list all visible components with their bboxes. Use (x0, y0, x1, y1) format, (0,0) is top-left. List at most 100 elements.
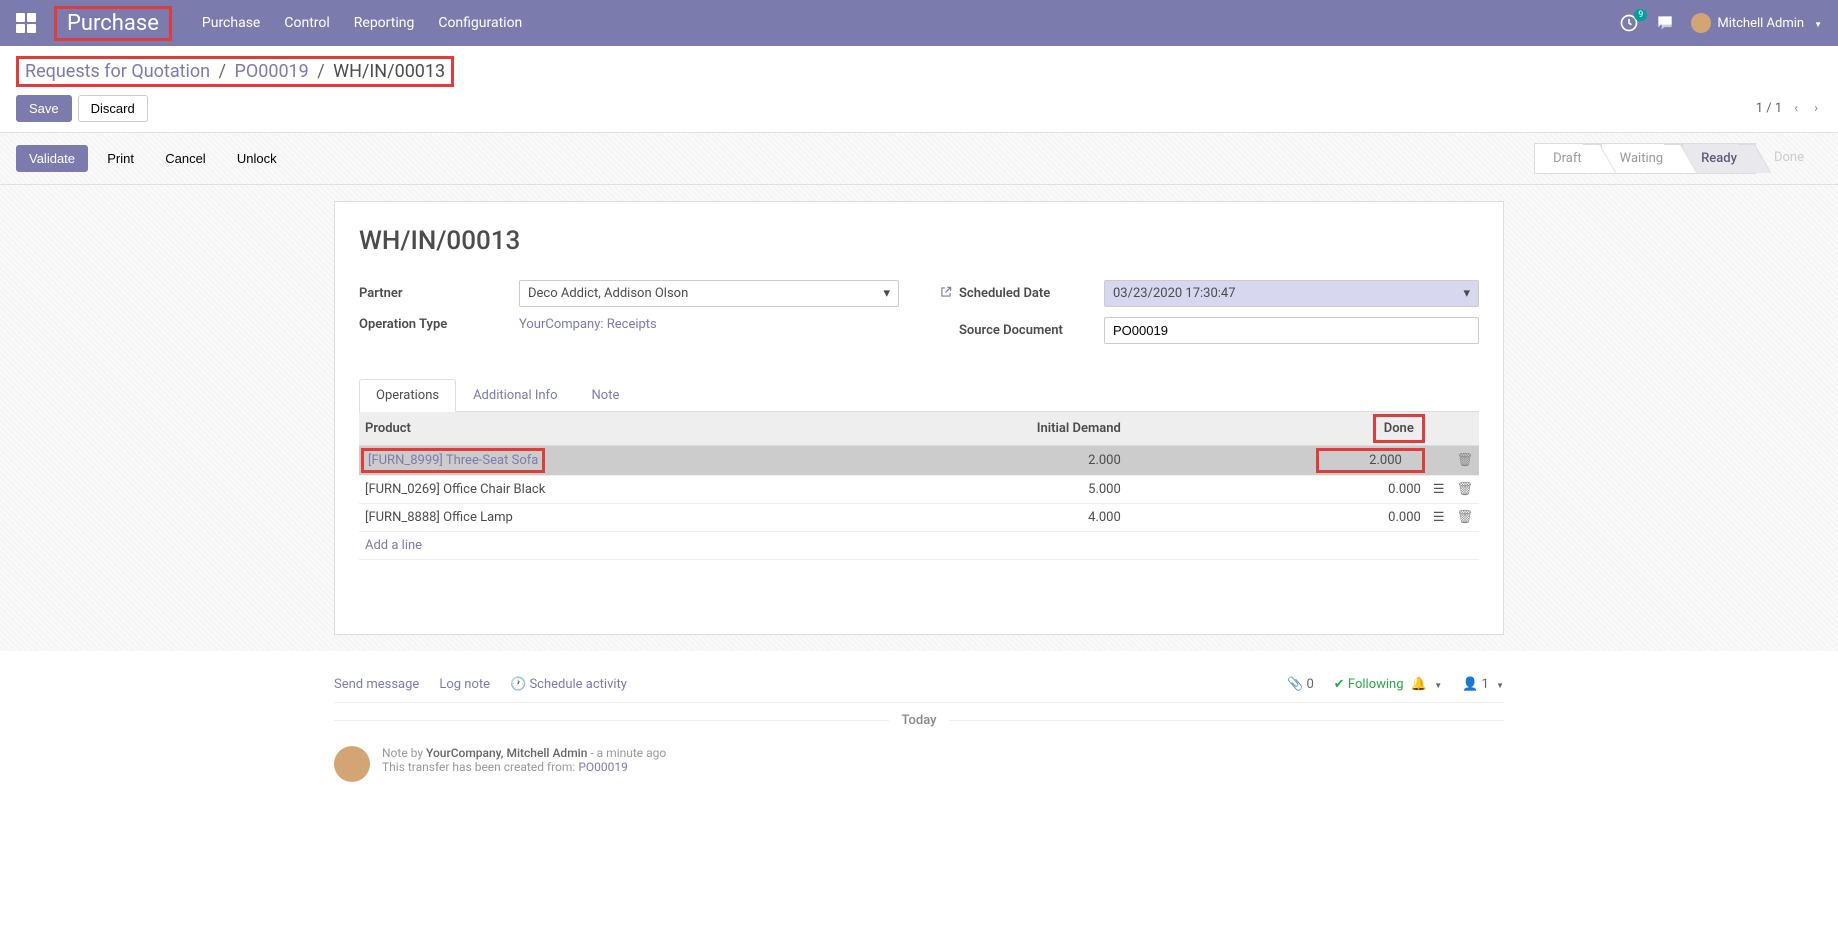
col-product[interactable]: Product (359, 412, 871, 446)
external-link-icon[interactable] (939, 285, 953, 303)
apps-icon[interactable] (16, 13, 36, 33)
send-message-link[interactable]: Send message (334, 677, 419, 692)
product-cell[interactable]: [FURN_0269] Office Chair Black (359, 476, 871, 504)
print-button[interactable]: Print (95, 146, 146, 171)
done-cell[interactable]: 0.000 (1127, 476, 1427, 504)
schedule-activity-link[interactable]: 🕐 Schedule activity (510, 677, 627, 692)
bell-icon: 🔔 (1411, 677, 1427, 692)
status-actions: Validate Print Cancel Unlock (16, 145, 293, 172)
add-line-link[interactable]: Add a line (359, 532, 1479, 560)
col-initial-demand[interactable]: Initial Demand (871, 412, 1127, 446)
scheduled-date-input[interactable]: 03/23/2020 17:30:47 ▾ (1104, 280, 1479, 307)
partner-label: Partner (359, 286, 519, 301)
demand-cell: 2.000 (871, 446, 1127, 476)
main-area: WH/IN/00013 Partner Deco Addict, Addison… (0, 185, 1838, 651)
operation-type-value[interactable]: YourCompany: Receipts (519, 317, 657, 332)
source-doc-input[interactable] (1104, 317, 1479, 344)
list-icon[interactable]: ☰ (1427, 476, 1451, 504)
nav-link-control[interactable]: Control (284, 15, 329, 31)
col-done-wrap: Done (1127, 412, 1427, 446)
note-author: YourCompany, Mitchell Admin (426, 746, 587, 760)
source-doc-row: Source Document (939, 317, 1479, 344)
notif-badge: 9 (1634, 9, 1647, 21)
top-nav: Purchase Purchase Control Reporting Conf… (0, 0, 1838, 46)
nav-link-reporting[interactable]: Reporting (354, 15, 415, 31)
chatter-right: 📎 0 ✔ Following 🔔 👤 1 (1287, 677, 1504, 692)
status-steps: Draft Waiting Ready Done (1534, 143, 1822, 174)
brand-highlight-box: Purchase (54, 6, 172, 41)
note-link[interactable]: PO00019 (578, 760, 628, 774)
pager: 1 / 1 ‹ › (1756, 97, 1822, 120)
chevron-down-icon: ▾ (1463, 286, 1470, 301)
user-menu[interactable]: Mitchell Admin (1691, 13, 1822, 33)
attachments-count[interactable]: 📎 0 (1287, 677, 1314, 692)
discard-button[interactable]: Discard (78, 95, 148, 122)
form-col-right: Scheduled Date 03/23/2020 17:30:47 ▾ Sou… (939, 280, 1479, 354)
breadcrumb-current: WH/IN/00013 (333, 61, 445, 82)
delete-row-icon[interactable]: 🗑 (1450, 446, 1479, 476)
operation-type-label: Operation Type (359, 317, 519, 332)
product-cell-wrap: [FURN_8999] Three-Seat Sofa (359, 446, 871, 476)
page-title: WH/IN/00013 (359, 226, 1479, 256)
status-bar: Validate Print Cancel Unlock Draft Waiti… (0, 133, 1838, 185)
validate-button[interactable]: Validate (16, 145, 88, 172)
brand-title[interactable]: Purchase (67, 11, 159, 36)
nav-link-configuration[interactable]: Configuration (438, 15, 522, 31)
table-row[interactable]: [FURN_0269] Office Chair Black 5.000 0.0… (359, 476, 1479, 504)
partner-value: Deco Addict, Addison Olson (528, 286, 688, 301)
note-text: This transfer has been created from: (382, 760, 575, 774)
scheduled-date-label: Scheduled Date (959, 286, 1104, 301)
breadcrumb-po[interactable]: PO00019 (234, 61, 308, 82)
tab-note[interactable]: Note (575, 379, 637, 412)
operation-type-row: Operation Type YourCompany: Receipts (359, 317, 899, 332)
nav-right: 9 Mitchell Admin (1619, 13, 1822, 33)
chat-icon[interactable] (1655, 13, 1675, 33)
scheduled-date-value: 03/23/2020 17:30:47 (1113, 286, 1236, 301)
source-doc-label: Source Document (959, 323, 1104, 338)
partner-select[interactable]: Deco Addict, Addison Olson ▾ (519, 280, 899, 307)
chatter-actions: Send message Log note 🕐 Schedule activit… (334, 677, 627, 692)
log-note-link[interactable]: Log note (439, 677, 490, 692)
table-row[interactable]: [FURN_8888] Office Lamp 4.000 0.000 ☰ 🗑 (359, 504, 1479, 532)
tabs: Operations Additional Info Note (359, 378, 1479, 412)
pager-prev-icon[interactable]: ‹ (1790, 97, 1802, 120)
user-name: Mitchell Admin (1717, 16, 1804, 31)
operations-table: Product Initial Demand Done [FURN_8999] … (359, 412, 1479, 610)
following-button[interactable]: ✔ Following 🔔 (1334, 677, 1442, 692)
product-cell[interactable]: [FURN_8888] Office Lamp (359, 504, 871, 532)
done-cell[interactable]: 0.000 (1127, 504, 1427, 532)
control-row: Save Discard 1 / 1 ‹ › (16, 95, 1822, 122)
nav-links: Purchase Control Reporting Configuration (202, 15, 522, 31)
partner-row: Partner Deco Addict, Addison Olson ▾ (359, 280, 899, 307)
breadcrumb-sep: / (317, 61, 324, 82)
message-body: Note by YourCompany, Mitchell Admin - a … (382, 746, 666, 782)
note-time: - a minute ago (590, 746, 666, 760)
followers-count[interactable]: 👤 1 (1462, 677, 1504, 692)
control-bar: Requests for Quotation / PO00019 / WH/IN… (0, 46, 1838, 133)
tab-operations[interactable]: Operations (359, 379, 456, 412)
breadcrumb-highlight-box: Requests for Quotation / PO00019 / WH/IN… (16, 56, 454, 87)
table-row[interactable]: [FURN_8999] Three-Seat Sofa 2.000 2.000 … (359, 446, 1479, 476)
nav-link-purchase[interactable]: Purchase (202, 15, 260, 31)
demand-cell: 5.000 (871, 476, 1127, 504)
chevron-down-icon (1430, 677, 1442, 692)
save-button[interactable]: Save (16, 95, 72, 122)
list-icon[interactable]: ☰ (1427, 504, 1451, 532)
step-draft[interactable]: Draft (1534, 143, 1601, 174)
col-list (1427, 412, 1451, 446)
product-cell[interactable]: [FURN_8999] Three-Seat Sofa (361, 448, 545, 473)
pager-next-icon[interactable]: › (1810, 97, 1822, 120)
unlock-button[interactable]: Unlock (225, 146, 289, 171)
delete-row-icon[interactable]: 🗑 (1450, 504, 1479, 532)
breadcrumb-rfq[interactable]: Requests for Quotation (25, 61, 210, 82)
paperclip-icon: 📎 (1287, 677, 1303, 692)
delete-row-icon[interactable]: 🗑 (1450, 476, 1479, 504)
demand-cell: 4.000 (871, 504, 1127, 532)
tab-additional-info[interactable]: Additional Info (456, 379, 574, 412)
col-done[interactable]: Done (1373, 414, 1425, 443)
clock-icon[interactable]: 9 (1619, 13, 1639, 33)
person-icon: 👤 (1462, 677, 1478, 692)
pager-text: 1 / 1 (1756, 101, 1782, 116)
done-cell[interactable]: 2.000 (1316, 448, 1425, 473)
cancel-button[interactable]: Cancel (153, 146, 217, 171)
